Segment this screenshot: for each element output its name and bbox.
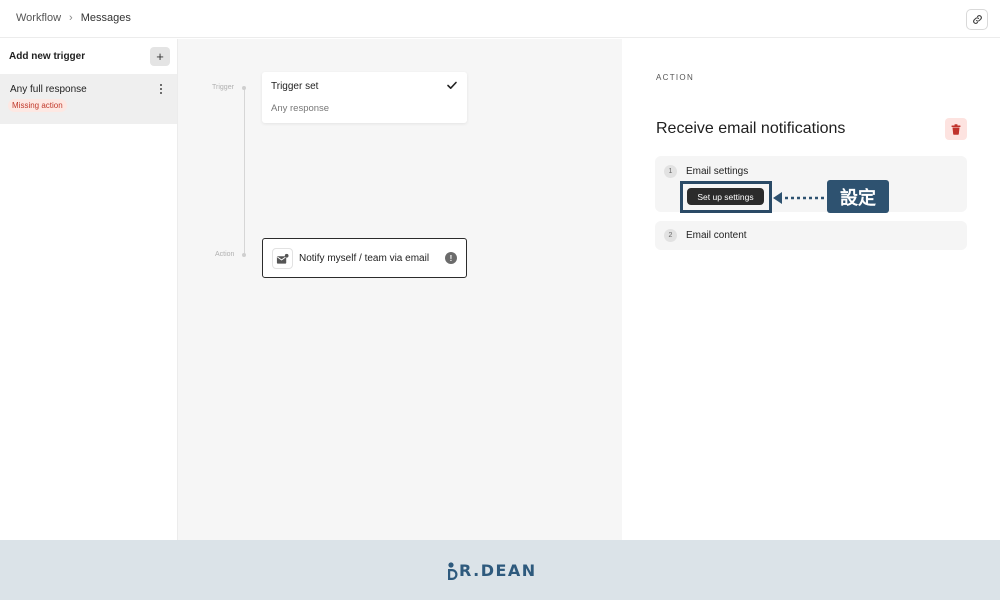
logo-mark-icon [448,561,458,580]
action-panel: ACTION Receive email notifications 1 Ema… [622,39,1000,540]
trigger-card[interactable]: Trigger set Any response [262,72,467,123]
trigger-sidebar: Add new trigger + Any full response Miss… [0,39,178,540]
step-number: 2 [664,229,677,242]
action-step-label: Action [215,251,235,258]
logo-text: R.DEAN [459,561,537,580]
breadcrumb-workflow[interactable]: Workflow [16,12,61,24]
dr-dean-logo: R.DEAN [447,561,537,580]
step-email-content[interactable]: 2 Email content [655,221,967,250]
check-icon [447,81,457,89]
copy-link-button[interactable] [966,9,988,30]
link-icon [972,15,982,24]
action-card-label: Notify myself / team via email [299,253,430,264]
set-up-settings-button[interactable]: Set up settings [687,188,764,205]
trigger-card-title: Trigger set [271,81,319,92]
warning-icon: ! [445,252,457,264]
highlight-frame: Set up settings [680,181,772,213]
workflow-canvas: Trigger Action Trigger set Any response … [178,39,622,540]
top-bar: Workflow › Messages [0,0,1000,38]
trigger-list-item[interactable]: Any full response Missing action [0,74,177,124]
trigger-card-subtitle: Any response [271,103,330,114]
flow-connector [244,88,245,255]
annotation-label: 設定 [827,180,889,213]
delete-action-button[interactable] [945,118,967,140]
action-card[interactable]: Notify myself / team via email ! [262,238,467,278]
trash-icon [951,123,961,135]
email-icon [272,248,293,269]
step-label: Email content [686,230,747,241]
kebab-icon[interactable] [157,82,165,96]
panel-eyebrow: ACTION [656,73,695,82]
trigger-step-label: Trigger [212,84,234,91]
trigger-item-title: Any full response [10,84,87,95]
sidebar-heading: Add new trigger [9,51,86,62]
breadcrumb-messages: Messages [80,12,131,24]
breadcrumb: Workflow › Messages [16,12,131,24]
missing-action-badge: Missing action [8,99,67,112]
step-label: Email settings [686,166,749,177]
breadcrumb-separator: › [69,12,73,24]
panel-title: Receive email notifications [656,120,846,137]
annotation-arrow [773,192,828,204]
action-dot [242,253,246,257]
step-number: 1 [664,165,677,178]
add-trigger-button[interactable]: + [150,47,170,66]
footer-bar: R.DEAN [0,540,1000,600]
trigger-dot [242,86,246,90]
